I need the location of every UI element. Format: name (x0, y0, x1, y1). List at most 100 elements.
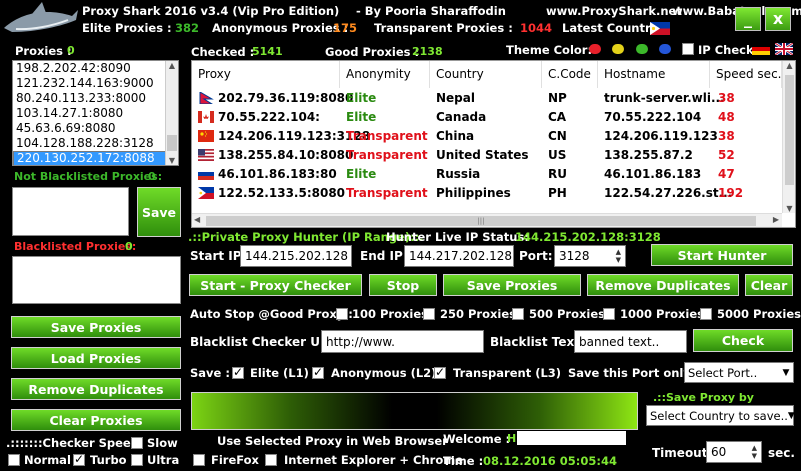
port-spinner-icon[interactable]: ▲ ▼ (616, 248, 621, 264)
ip-check-checkbox[interactable] (682, 43, 694, 55)
autostop-100-checkbox[interactable] (336, 308, 348, 320)
scroll-up-icon[interactable]: ▲ (166, 61, 178, 70)
cn-flag-icon (198, 130, 214, 142)
cell-ccode: US (548, 148, 567, 162)
start-checker-button[interactable]: Start - Proxy Checker (189, 274, 362, 296)
table-scroll-right-icon[interactable]: ▶ (773, 215, 779, 224)
table-row[interactable]: 138.255.84.10:8080 Transparent United Stat… (192, 146, 782, 165)
speed-turbo-label: Turbo (90, 453, 127, 467)
firefox-checkbox[interactable] (193, 454, 205, 466)
np-flag-icon (199, 92, 214, 104)
not-blacklisted-box[interactable] (12, 187, 129, 236)
theme-yellow-button[interactable] (612, 44, 624, 54)
blacklist-check-button[interactable]: Check (693, 329, 793, 352)
end-ip-label: End IP: (360, 249, 408, 263)
cell-hostname: trunk-server.wli... (604, 91, 725, 105)
not-blacklisted-count: 0 (148, 170, 156, 183)
col-speed[interactable]: Speed sec. (710, 61, 782, 88)
blacklist-text-input[interactable]: banned text.. (574, 330, 687, 353)
country-select[interactable]: Select Country to save.. ▼ (646, 405, 795, 426)
save-trans-checkbox[interactable] (434, 365, 446, 379)
speed-turbo-checkbox[interactable] (73, 452, 85, 466)
table-scroll-down-icon[interactable]: ▼ (783, 204, 795, 213)
col-anonymity[interactable]: Anonymity (340, 61, 430, 88)
chevron-down-icon: ▼ (787, 410, 795, 421)
minimize-button[interactable]: _ (735, 7, 761, 31)
save-not-blacklisted-button[interactable]: Save (137, 187, 181, 237)
theme-blue-button[interactable] (659, 44, 671, 54)
col-proxy[interactable]: Proxy (192, 61, 340, 88)
start-hunter-button[interactable]: Start Hunter (651, 244, 793, 266)
end-ip-input[interactable]: 144.217.202.128 (404, 245, 514, 267)
speed-ultra-checkbox[interactable] (131, 454, 143, 466)
proxy-list-item[interactable]: 103.14.27.1:8080 (13, 106, 178, 121)
port-input[interactable]: 3128 ▲ ▼ (554, 245, 626, 267)
proxy-list-item[interactable]: 104.128.188.228:3128 (13, 136, 178, 151)
port-select[interactable]: Select Port.. ▼ (684, 362, 794, 383)
table-vscroll-thumb[interactable] (785, 75, 794, 185)
table-scroll-left-icon[interactable]: ◀ (194, 215, 200, 224)
col-ccode[interactable]: C.Code (542, 61, 598, 88)
results-table[interactable]: Proxy Anonymity Country C.Code Hostname … (191, 60, 796, 228)
save-proxies-button[interactable]: Save Proxies (443, 274, 581, 296)
table-row[interactable]: 122.52.133.5:8080 Transparent Philippines P… (192, 184, 782, 203)
left-remove-duplicates-button[interactable]: Remove Duplicates (11, 378, 181, 400)
table-hscrollbar[interactable]: ◀ ||| ▶ (192, 213, 782, 227)
autostop-500-checkbox[interactable] (512, 308, 524, 320)
stop-button[interactable]: Stop (369, 274, 437, 296)
philippines-flag-icon (650, 22, 670, 35)
proxy-list-item[interactable]: 80.240.113.233:8000 (13, 91, 178, 106)
theme-green-button[interactable] (636, 44, 648, 54)
remove-duplicates-button[interactable]: Remove Duplicates (587, 274, 739, 296)
scroll-down-icon[interactable]: ▼ (166, 156, 178, 165)
proxy-list-item[interactable]: 220.130.252.172:8088 (13, 151, 178, 165)
proxy-list-scrollbar[interactable]: ▲ ▼ (165, 61, 178, 165)
proxies-count: 0 (67, 44, 75, 57)
time-value: 08.12.2016 05:05:44 (483, 454, 617, 468)
save-anon-checkbox[interactable] (312, 365, 324, 379)
table-scroll-up-icon[interactable]: ▲ (783, 61, 795, 70)
blacklist-url-input[interactable]: http://www. (321, 330, 484, 353)
timeout-input[interactable]: 60 ▲ ▼ (706, 441, 762, 463)
close-button[interactable]: x (765, 7, 791, 31)
table-vscrollbar[interactable]: ▲ ▼ (782, 61, 795, 213)
uk-flag-icon[interactable] (775, 43, 793, 55)
ie-chrome-checkbox[interactable] (265, 454, 277, 466)
progress-fill (192, 393, 637, 429)
save-trans-label: Transparent (L3) (453, 366, 562, 380)
proxy-listbox[interactable]: 198.2.202.42:8090 121.232.144.163:9000 80.… (12, 60, 179, 166)
left-save-proxies-button[interactable]: Save Proxies (11, 316, 181, 338)
site-link-1[interactable]: www.ProxyShark.net (546, 4, 682, 18)
autostop-250-checkbox[interactable] (423, 308, 435, 320)
autostop-500-label: 500 Proxies (529, 307, 606, 321)
theme-red-button[interactable] (589, 44, 601, 54)
col-hostname[interactable]: Hostname (598, 61, 710, 88)
cell-speed: 47 (718, 167, 735, 181)
table-row[interactable]: 70.55.222.104: Elite Canada CA 70.55.222.104… (192, 108, 782, 127)
clear-button[interactable]: Clear (745, 274, 793, 296)
proxy-list-item[interactable]: 45.63.6.69:8080 (13, 121, 178, 136)
table-row[interactable]: 46.101.86.183:80 Elite Russia RU 46.101.86.1… (192, 165, 782, 184)
start-ip-input[interactable]: 144.215.202.128 (240, 245, 352, 267)
table-row[interactable]: 124.206.119.123:3128 Transparent China CN 12… (192, 127, 782, 146)
chevron-down-icon: ▼ (782, 367, 790, 378)
speed-slow-checkbox[interactable] (131, 437, 143, 449)
speed-normal-checkbox[interactable] (8, 454, 20, 466)
proxy-list-item[interactable]: 121.232.144.163:9000 (13, 76, 178, 91)
welcome-user-name (517, 431, 626, 445)
scroll-thumb[interactable] (167, 135, 177, 151)
timeout-spinner-icon[interactable]: ▲ ▼ (752, 444, 757, 460)
table-row[interactable]: 202.79.36.119:8080 Elite Nepal NP trunk-serv… (192, 89, 782, 108)
col-country[interactable]: Country (430, 61, 542, 88)
proxy-list-item[interactable]: 198.2.202.42:8090 (13, 61, 178, 76)
start-ip-label: Start IP: (190, 249, 247, 263)
autostop-1000-checkbox[interactable] (603, 308, 615, 320)
table-hscroll-thumb[interactable]: ||| (206, 216, 756, 226)
blacklisted-label: Blacklisted Proxies: (14, 240, 137, 253)
save-elite-checkbox[interactable] (232, 365, 244, 379)
blacklisted-box[interactable] (12, 256, 181, 304)
clear-proxies-button[interactable]: Clear Proxies (11, 409, 181, 431)
germany-flag-icon[interactable] (752, 43, 770, 55)
load-proxies-button[interactable]: Load Proxies (11, 347, 181, 369)
autostop-5000-checkbox[interactable] (700, 308, 712, 320)
